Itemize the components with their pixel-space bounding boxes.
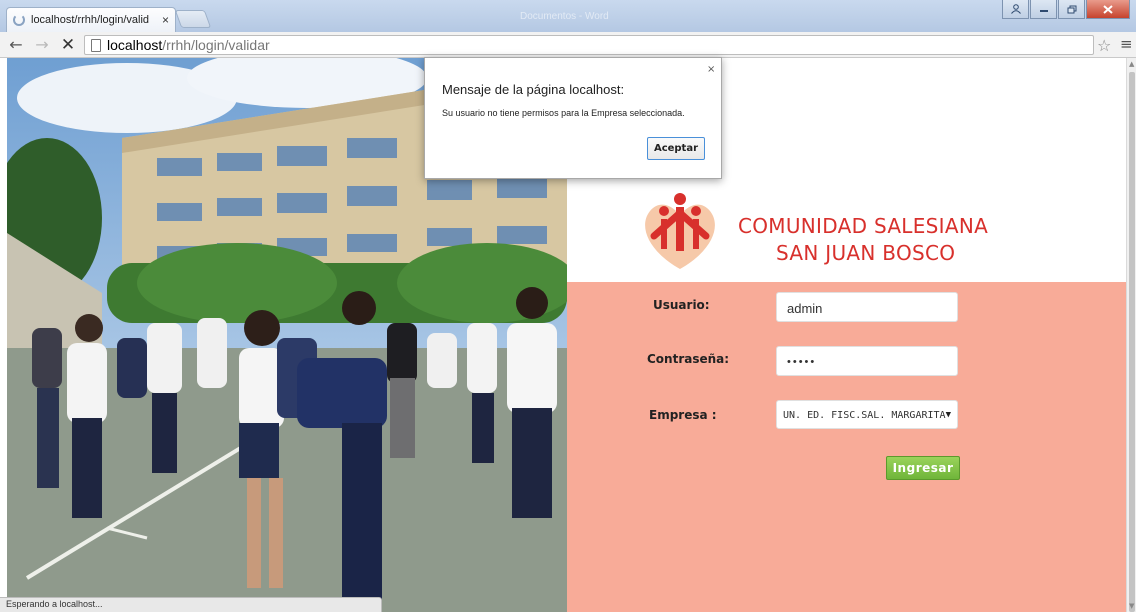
- url-host: localhost: [107, 37, 163, 53]
- scroll-thumb[interactable]: [1129, 72, 1135, 612]
- brand-name-line2: SAN JUAN BOSCO: [776, 241, 956, 265]
- minimize-icon[interactable]: [1030, 0, 1057, 19]
- aceptar-button[interactable]: Aceptar: [647, 137, 705, 160]
- user-icon[interactable]: [1002, 0, 1029, 19]
- window-title-ghost: Documentos - Word: [520, 11, 609, 22]
- empresa-selected-value: UN. ED. FISC.SAL. MARGARITA: [783, 410, 946, 421]
- scroll-up-icon[interactable]: ▲: [1129, 60, 1134, 68]
- password-input[interactable]: •••••: [776, 346, 958, 376]
- browser-toolbar: ← → ✕ localhost /rrhh/login/validar ☆ ≡: [0, 32, 1136, 58]
- empresa-label: Empresa :: [649, 408, 717, 422]
- usuario-label: Usuario:: [653, 298, 710, 312]
- close-window-icon[interactable]: [1086, 0, 1130, 19]
- brand-name-line1: COMUNIDAD SALESIANA: [738, 214, 989, 238]
- dialog-close-icon[interactable]: ×: [707, 64, 715, 75]
- chevron-down-icon: ▼: [945, 410, 951, 420]
- new-tab-button[interactable]: [174, 10, 212, 28]
- url-path: /rrhh/login/validar: [162, 37, 270, 53]
- page-icon: [91, 38, 101, 52]
- dialog-message: Su usuario no tiene permisos para la Emp…: [442, 108, 685, 118]
- browser-tab[interactable]: localhost/rrhh/login/valid ×: [6, 7, 176, 32]
- window-titlebar: localhost/rrhh/login/valid × Documentos …: [0, 0, 1136, 32]
- page-scrollbar[interactable]: ▲ ▼: [1126, 58, 1136, 612]
- forward-icon[interactable]: →: [32, 35, 52, 54]
- back-icon[interactable]: ←: [6, 35, 26, 54]
- login-form: Usuario: admin Contraseña: ••••• Empresa…: [567, 282, 1126, 612]
- password-label: Contraseña:: [647, 352, 730, 366]
- empresa-select[interactable]: UN. ED. FISC.SAL. MARGARITA ▼: [776, 400, 958, 429]
- menu-icon[interactable]: ≡: [1120, 35, 1133, 53]
- alert-dialog: × Mensaje de la página localhost: Su usu…: [424, 57, 722, 179]
- status-bubble: Esperando a localhost...: [0, 597, 382, 612]
- ingresar-button[interactable]: Ingresar: [886, 456, 960, 480]
- tab-close-icon[interactable]: ×: [162, 13, 169, 27]
- tab-title: localhost/rrhh/login/valid: [31, 14, 150, 26]
- stop-icon[interactable]: ✕: [58, 35, 78, 55]
- address-bar[interactable]: localhost /rrhh/login/validar: [84, 35, 1094, 55]
- logo-icon: [645, 193, 715, 269]
- restore-icon[interactable]: [1058, 0, 1085, 19]
- usuario-input[interactable]: admin: [776, 292, 958, 322]
- scroll-down-icon[interactable]: ▼: [1129, 602, 1134, 610]
- dialog-title: Mensaje de la página localhost:: [442, 82, 625, 97]
- window-controls: [1002, 0, 1130, 19]
- loading-spinner-icon: [13, 14, 25, 26]
- star-icon[interactable]: ☆: [1097, 36, 1111, 55]
